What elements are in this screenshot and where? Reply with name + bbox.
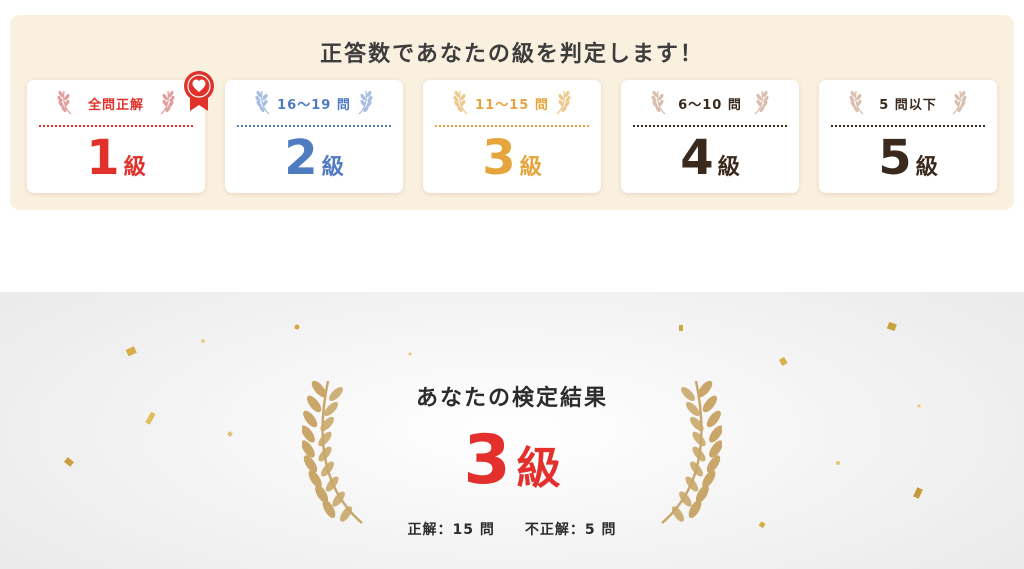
laurel-right-icon [556, 90, 571, 115]
correct-count: 正解：15 問 [407, 522, 495, 538]
card-grade: 5級 [819, 130, 997, 186]
grade-number: 4 [680, 130, 714, 186]
card-label: 5 問以下 [879, 98, 937, 113]
card-label: 6～10 問 [678, 98, 742, 113]
grade-suffix: 級 [717, 155, 740, 180]
grade-card-1: 全問正解 1級 [27, 71, 214, 193]
grade-suffix: 級 [519, 155, 542, 180]
laurel-right-icon [754, 90, 769, 115]
result-grade: 3級 [0, 422, 1024, 500]
score-summary: 正解：15 問 不正解：5 問 [0, 519, 1024, 539]
card-divider [633, 125, 787, 127]
card-divider [435, 125, 589, 127]
grade-number: 2 [284, 130, 318, 186]
heart-ribbon-icon [184, 71, 214, 111]
card-label: 11～15 問 [475, 98, 549, 113]
grade-card-3: 11～15 問 3級 [423, 80, 601, 193]
laurel-right-icon [160, 90, 175, 115]
panel-heading: 正答数であなたの級を判定します！ [320, 42, 704, 67]
result-section: あなたの検定結果 3級 正解：15 問 不正解：5 問 [0, 292, 1024, 569]
card-label: 全問正解 [87, 98, 144, 113]
grade-suffix: 級 [915, 155, 938, 180]
grade-number: 5 [878, 130, 912, 186]
grade-criteria-panel: 正答数であなたの級を判定します！ 全問正解 1級 16～19 問 2級 11～1… [10, 15, 1014, 210]
result-grade-number: 3 [463, 421, 511, 500]
laurel-right-icon [952, 90, 967, 115]
result-grade-suffix: 級 [516, 443, 561, 494]
grade-suffix: 級 [321, 155, 344, 180]
laurel-right-icon [358, 90, 373, 115]
result-title: あなたの検定結果 [415, 386, 608, 411]
card-header: 6～10 問 [621, 88, 799, 116]
card-header: 5 問以下 [819, 88, 997, 116]
card-divider [831, 125, 985, 127]
card-grade: 3級 [423, 130, 601, 186]
card-grade: 4級 [621, 130, 799, 186]
card-header: 16～19 問 [225, 88, 403, 116]
grade-card-4: 6～10 問 4級 [621, 80, 799, 193]
card-grade: 2級 [225, 130, 403, 186]
card-grade: 1級 [27, 130, 205, 186]
grade-number: 3 [482, 130, 516, 186]
grade-number: 1 [86, 130, 120, 186]
card-header: 11～15 問 [423, 88, 601, 116]
card-divider [237, 125, 391, 127]
grade-card-5: 5 問以下 5級 [819, 80, 997, 193]
card-header: 全問正解 [27, 88, 205, 116]
grade-card-2: 16～19 問 2級 [225, 80, 403, 193]
grade-suffix: 級 [123, 155, 146, 180]
card-label: 16～19 問 [277, 98, 351, 113]
card-divider [39, 125, 193, 127]
incorrect-count: 不正解：5 問 [524, 522, 617, 538]
